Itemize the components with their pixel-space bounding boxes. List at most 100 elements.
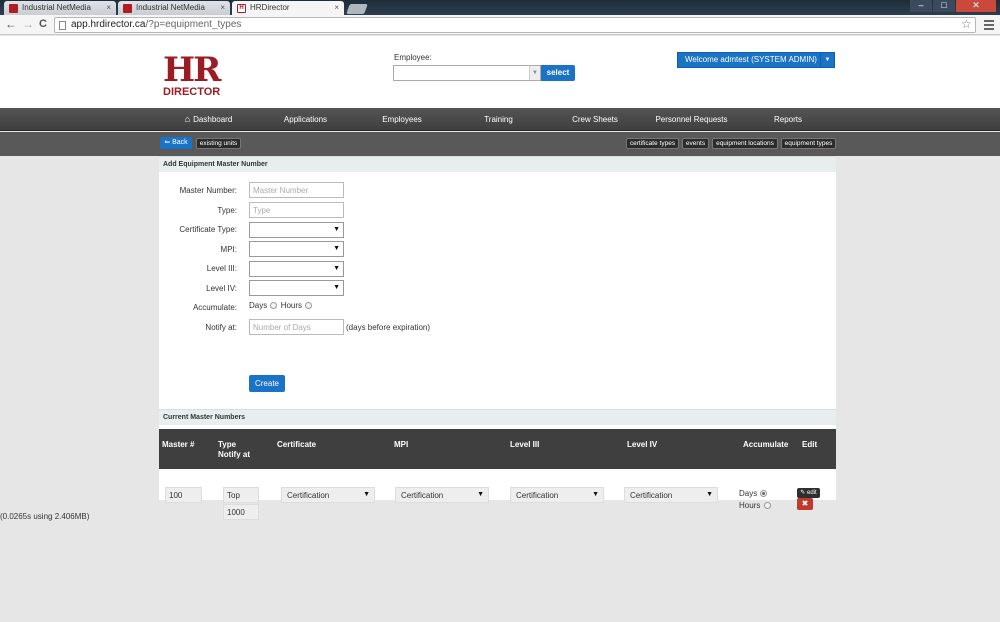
certificate-types-button[interactable]: certificate types <box>626 138 679 149</box>
notify-label: Notify at: <box>205 323 237 332</box>
dropdown-arrow-icon: ▼ <box>592 491 599 498</box>
type-cell[interactable]: Top <box>223 487 259 503</box>
site-header: HR DIRECTOR Employee: ▼ select Welcome a… <box>0 36 1000 108</box>
notify-suffix: (days before expiration) <box>346 323 431 332</box>
equipment-types-button[interactable]: equipment types <box>781 138 836 149</box>
mpi-label: MPI: <box>220 245 237 254</box>
tab-title: Industrial NetMedia <box>136 3 205 12</box>
nav-crew-sheets[interactable]: Crew Sheets <box>547 108 643 131</box>
employee-select[interactable]: ▼ <box>393 65 541 81</box>
mpi-select[interactable]: ▼ <box>249 241 344 257</box>
add-master-number-heading: Add Equipment Master Number <box>159 156 836 172</box>
reload-icon[interactable]: C <box>39 18 47 31</box>
edit-label: edit <box>807 490 817 496</box>
notify-days-input[interactable]: Number of Days <box>249 319 344 335</box>
days-radio[interactable] <box>270 302 278 309</box>
level4-select[interactable]: ▼ <box>249 280 344 296</box>
page-icon <box>59 21 66 30</box>
logo-director: DIRECTOR <box>163 86 221 98</box>
tab-close-icon[interactable]: × <box>106 3 111 12</box>
minimize-button[interactable]: – <box>910 0 932 12</box>
col-accumulate: Accumulate <box>743 440 789 449</box>
tab-close-icon[interactable]: × <box>334 3 339 12</box>
days-option-label: Days <box>249 301 268 310</box>
existing-units-button[interactable]: existing units <box>196 138 241 149</box>
notify-cell[interactable]: 1000 <box>223 504 259 520</box>
level4-value: Certification <box>630 491 673 500</box>
mpi-row-select[interactable]: Certification ▼ <box>395 487 489 503</box>
tab-close-icon[interactable]: × <box>220 3 225 12</box>
nav-applications[interactable]: Applications <box>257 108 354 131</box>
col-notify: Notify at <box>218 450 250 459</box>
certificate-select[interactable]: Certification ▼ <box>281 487 375 503</box>
browser-menu-icon[interactable] <box>984 20 994 32</box>
content-panel: Add Equipment Master Number Master Numbe… <box>159 156 836 520</box>
browser-toolbar: ← → C app.hrdirector.ca/?p=equipment_typ… <box>0 15 1000 35</box>
delete-icon[interactable]: ✖ <box>797 498 813 510</box>
back-button[interactable]: ⇐ Back <box>160 137 192 149</box>
hours-radio[interactable] <box>305 302 313 309</box>
type-input[interactable]: Type <box>249 202 344 218</box>
level4-row-select[interactable]: Certification ▼ <box>624 487 718 503</box>
current-master-numbers-heading: Current Master Numbers <box>159 409 836 425</box>
dropdown-arrow-icon: ▼ <box>333 265 340 272</box>
caret-down-icon[interactable]: ▼ <box>820 53 834 67</box>
nav-personnel-requests[interactable]: Personnel Requests <box>643 108 740 131</box>
address-bar[interactable]: app.hrdirector.ca/?p=equipment_types <box>54 17 976 33</box>
days-label: Days <box>739 489 758 498</box>
back-arrow-icon: ⇐ <box>164 139 173 146</box>
new-tab-button[interactable] <box>346 4 368 14</box>
favicon-icon <box>123 4 132 13</box>
master-number-cell[interactable]: 100 <box>165 487 202 503</box>
main-nav: ⌂ Dashboard Applications Employees Traini… <box>0 108 1000 131</box>
welcome-text: Welcome admtest (SYSTEM ADMIN) <box>685 55 817 64</box>
tab-title: HRDirector <box>250 3 290 12</box>
back-arrow-icon[interactable]: ← <box>5 18 17 31</box>
dropdown-arrow-icon: ▼ <box>706 491 713 498</box>
browser-tab-1[interactable]: Industrial NetMedia × <box>4 1 116 15</box>
bookmark-star-icon[interactable]: ☆ <box>961 17 972 31</box>
accumulate-label: Accumulate: <box>192 303 237 312</box>
url-path: /?p=equipment_types <box>145 19 242 30</box>
equipment-locations-button[interactable]: equipment locations <box>712 138 778 149</box>
employee-select-button[interactable]: select <box>541 65 575 81</box>
dropdown-arrow-icon: ▼ <box>363 491 370 498</box>
col-master: Master # <box>162 440 195 449</box>
days-radio-selected[interactable] <box>760 490 768 497</box>
level3-select[interactable]: ▼ <box>249 261 344 277</box>
master-number-label: Master Number: <box>179 186 237 195</box>
nav-dashboard[interactable]: ⌂ Dashboard <box>160 108 257 131</box>
dropdown-arrow-icon: ▼ <box>477 491 484 498</box>
level3-label: Level III: <box>206 264 237 273</box>
browser-tab-3[interactable]: H HRDirector × <box>232 1 344 15</box>
nav-reports[interactable]: Reports <box>740 108 836 131</box>
hours-radio[interactable] <box>763 502 771 509</box>
page: HR DIRECTOR Employee: ▼ select Welcome a… <box>0 36 1000 622</box>
master-number-input[interactable]: Master Number <box>249 182 344 198</box>
mpi-value: Certification <box>401 491 444 500</box>
nav-training[interactable]: Training <box>450 108 547 131</box>
level3-row-select[interactable]: Certification ▼ <box>510 487 604 503</box>
url-host: app.hrdirector.ca <box>71 19 146 30</box>
dropdown-arrow-icon: ▼ <box>333 226 340 233</box>
tab-title: Industrial NetMedia <box>22 3 91 12</box>
employee-label: Employee: <box>394 53 432 62</box>
certificate-type-select[interactable]: ▼ <box>249 222 344 238</box>
edit-button[interactable]: ✎ edit <box>797 488 820 498</box>
certificate-value: Certification <box>287 491 330 500</box>
welcome-user-menu[interactable]: Welcome admtest (SYSTEM ADMIN) ▼ <box>677 52 835 68</box>
events-button[interactable]: events <box>682 138 709 149</box>
close-window-button[interactable]: ✕ <box>956 0 996 12</box>
maximize-button[interactable]: □ <box>933 0 955 12</box>
hrdirector-logo[interactable]: HR DIRECTOR <box>163 53 225 103</box>
col-level4: Level IV <box>627 440 658 449</box>
edit-icon: ✎ <box>800 490 806 496</box>
browser-tab-2[interactable]: Industrial NetMedia × <box>118 1 230 15</box>
sub-nav: ⇐ Back existing units certificate types … <box>0 132 1000 156</box>
favicon-icon: H <box>237 4 246 13</box>
forward-arrow-icon[interactable]: → <box>22 18 34 31</box>
create-button[interactable]: Create <box>249 375 285 392</box>
browser-tab-bar: Industrial NetMedia × Industrial NetMedi… <box>0 0 1000 15</box>
col-certificate: Certificate <box>277 440 317 449</box>
nav-employees[interactable]: Employees <box>354 108 450 131</box>
